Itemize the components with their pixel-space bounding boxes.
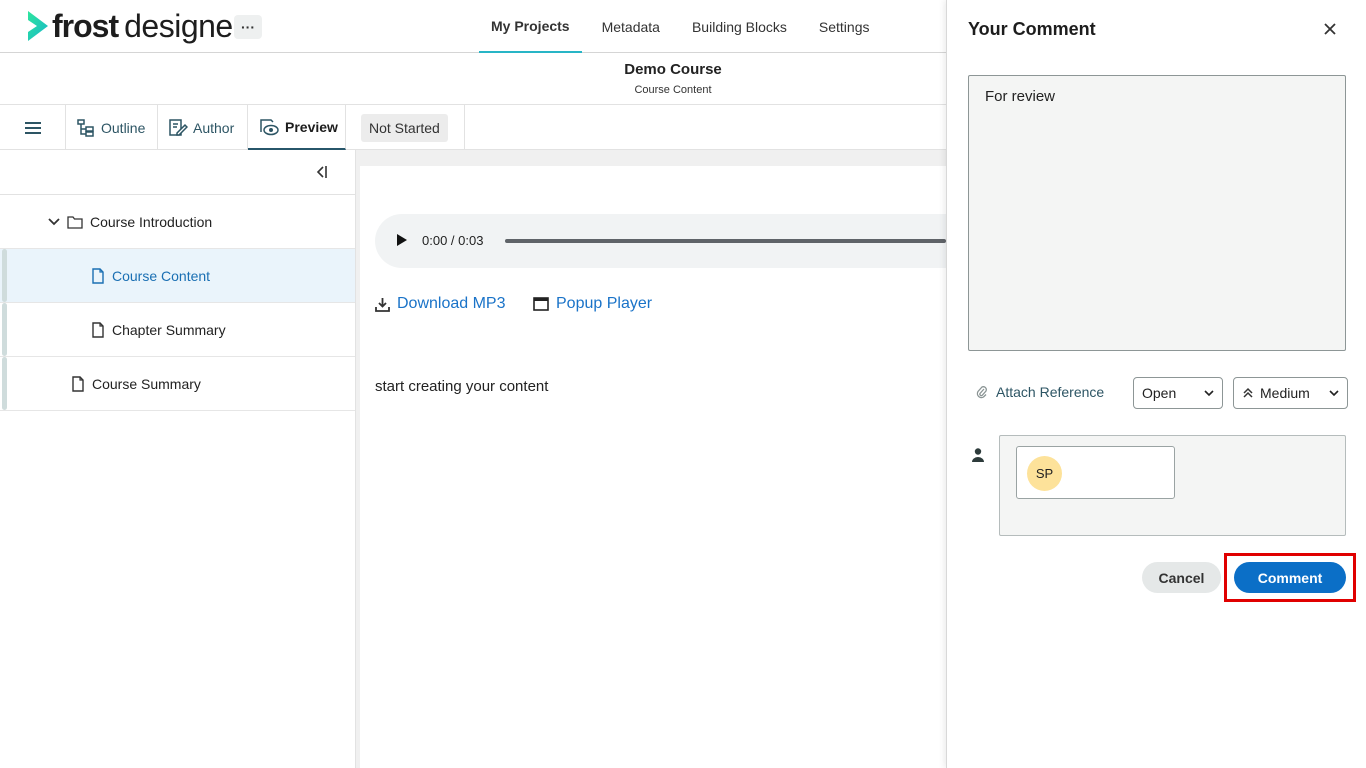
status-select-value: Open [1142, 385, 1177, 401]
logo-chevron-icon [28, 11, 48, 41]
window-icon [533, 297, 549, 311]
tree-item-indicator [2, 303, 7, 356]
tree-item-course-introduction[interactable]: Course Introduction [0, 195, 355, 249]
document-icon [92, 321, 104, 338]
assignee-input[interactable]: SP [1016, 446, 1175, 499]
content-body-text: start creating your content [375, 378, 549, 395]
audio-time: 0:00 / 0:03 [422, 233, 484, 248]
more-options-button[interactable]: ··· [234, 15, 262, 39]
download-mp3-link[interactable]: Download MP3 [375, 295, 506, 313]
play-icon[interactable] [397, 234, 407, 246]
paperclip-icon [976, 386, 987, 399]
download-icon [375, 297, 390, 312]
toolbar-divider [464, 105, 465, 150]
chevron-down-icon [1204, 390, 1214, 397]
status-badge[interactable]: Not Started [361, 114, 448, 142]
priority-select[interactable]: Medium [1233, 377, 1348, 409]
tab-author[interactable]: Author [158, 105, 248, 150]
preview-icon [260, 118, 279, 135]
tree-item-indicator [2, 249, 7, 302]
nav-building-blocks[interactable]: Building Blocks [680, 0, 799, 53]
chevron-down-icon[interactable] [47, 215, 61, 229]
cancel-button[interactable]: Cancel [1142, 562, 1221, 593]
tree-item-course-content[interactable]: Course Content [0, 249, 355, 303]
tree-item-label: Course Introduction [90, 213, 213, 230]
chevron-down-icon [1329, 390, 1339, 397]
attach-reference-label: Attach Reference [996, 384, 1105, 400]
close-icon[interactable] [1321, 20, 1339, 38]
download-mp3-label: Download MP3 [397, 295, 506, 312]
document-icon [72, 375, 84, 392]
tree-item-indicator [2, 357, 7, 410]
comment-submit-button[interactable]: Comment [1234, 562, 1346, 593]
audio-progress-track[interactable] [505, 239, 946, 243]
user-icon [972, 448, 984, 462]
comment-textarea[interactable]: For review [968, 75, 1346, 351]
nav-my-projects[interactable]: My Projects [479, 0, 582, 53]
popup-player-label: Popup Player [556, 295, 653, 312]
folder-icon [67, 215, 83, 229]
nav-metadata[interactable]: Metadata [590, 0, 672, 53]
double-chevron-up-icon [1243, 387, 1253, 398]
author-icon [169, 118, 188, 136]
comment-panel: Your Comment For review Attach Reference… [946, 0, 1366, 768]
tree-item-chapter-summary[interactable]: Chapter Summary [0, 303, 355, 357]
logo-text-bold: frost [52, 7, 119, 44]
collapse-panel-icon[interactable] [313, 163, 331, 181]
tree-item-course-summary[interactable]: Course Summary [0, 357, 355, 411]
tree-item-label: Chapter Summary [112, 321, 226, 338]
logo-text-light: designer [124, 7, 243, 44]
audio-player: 0:00 / 0:03 [375, 214, 946, 268]
tree-item-label: Course Content [112, 267, 211, 284]
panel-collapse-row [0, 150, 355, 195]
document-icon [92, 267, 104, 284]
comment-panel-title: Your Comment [968, 19, 1096, 39]
tab-preview[interactable]: Preview [248, 105, 346, 150]
assignee-field[interactable]: SP [999, 435, 1346, 536]
popup-player-link[interactable]: Popup Player [533, 295, 652, 313]
tab-outline-label: Outline [101, 119, 146, 136]
top-navigation: My Projects Metadata Building Blocks Set… [479, 0, 890, 53]
nav-settings[interactable]: Settings [807, 0, 882, 53]
frost-designer-logo[interactable]: frost designer [26, 6, 243, 46]
tree-item-label: Course Summary [92, 375, 201, 392]
outline-icon [77, 118, 94, 137]
menu-toggle-button[interactable] [0, 105, 66, 150]
attach-reference-button[interactable]: Attach Reference [976, 384, 1104, 400]
tab-outline[interactable]: Outline [66, 105, 158, 150]
hamburger-icon [24, 121, 41, 134]
status-select[interactable]: Open [1133, 377, 1223, 409]
avatar: SP [1027, 456, 1062, 491]
priority-select-value: Medium [1260, 385, 1310, 401]
tab-author-label: Author [193, 119, 235, 136]
course-outline-panel: Course Introduction Course Content Chapt… [0, 150, 356, 768]
tab-preview-label: Preview [285, 118, 338, 135]
